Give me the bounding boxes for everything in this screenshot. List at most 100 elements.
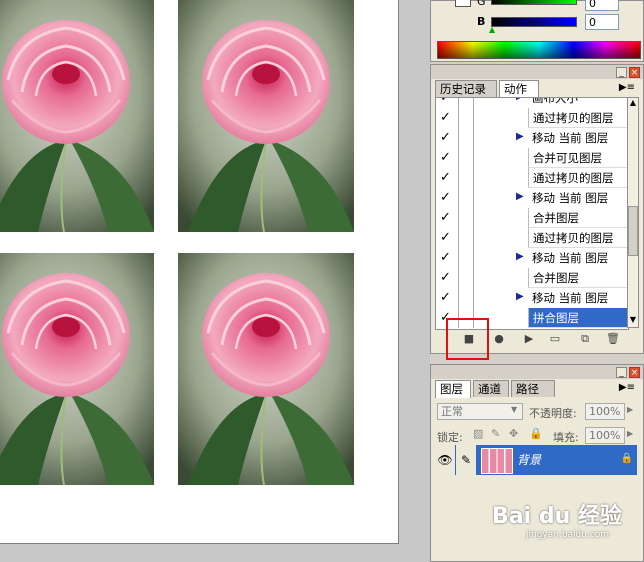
slider-handle-icon[interactable]: ▲ (489, 25, 495, 34)
new-set-icon[interactable]: ▭ (547, 331, 563, 347)
lock-label: 锁定: (437, 431, 463, 444)
document-canvas[interactable] (0, 0, 399, 544)
action-label: 画布大小 (532, 97, 578, 105)
checkbox-icon[interactable]: ✓ (440, 271, 452, 284)
action-row[interactable]: ✓ ▶ 移动 当前 图层 (436, 128, 628, 148)
checkbox-icon[interactable]: ✓ (440, 111, 452, 124)
dialog-toggle[interactable] (458, 98, 474, 108)
channel-g-label: G (477, 0, 486, 8)
action-label: 通过拷贝的图层 (528, 168, 628, 188)
layer-row-background[interactable]: 👁 ✎ 背景 🔒 (435, 445, 637, 475)
channel-g-slider[interactable] (491, 0, 577, 5)
dialog-toggle[interactable] (458, 248, 474, 268)
dialog-toggle[interactable] (458, 268, 474, 288)
checkbox-icon[interactable]: ✓ (440, 211, 452, 224)
brush-icon: ✎ (456, 445, 476, 475)
action-row[interactable]: ✓ 通过拷贝的图层 (436, 168, 628, 188)
close-icon[interactable]: × (629, 367, 640, 378)
record-icon[interactable]: ● (491, 331, 507, 347)
action-label: 移动 当前 图层 (532, 291, 609, 305)
dialog-toggle[interactable] (458, 288, 474, 308)
lock-transparent-icon[interactable]: ▨ (473, 427, 483, 440)
action-label: 移动 当前 图层 (532, 131, 609, 145)
tab-paths[interactable]: 路径 (511, 380, 555, 397)
checkbox-icon[interactable]: ✓ (440, 251, 452, 264)
checkbox-icon[interactable]: ✓ (440, 151, 452, 164)
opacity-input[interactable]: 100% (585, 403, 625, 420)
panel-menu-icon[interactable]: ▶≡ (619, 382, 635, 393)
layer-name[interactable]: 背景 (517, 445, 541, 475)
actions-panel-titlebar[interactable]: _ × (431, 65, 643, 79)
channel-g-input[interactable]: 0 (585, 0, 619, 11)
opacity-label: 不透明度: (529, 407, 577, 420)
dialog-toggle[interactable] (458, 108, 474, 128)
chevron-right-icon[interactable]: ▶ (627, 429, 633, 438)
action-row[interactable]: ✓ 合并图层 (436, 268, 628, 288)
layer-thumbnail (481, 448, 513, 474)
action-row[interactable]: ✓ 合并图层 (436, 208, 628, 228)
checkbox-icon[interactable]: ✓ (440, 291, 452, 304)
expand-triangle-icon[interactable]: ▶ (516, 98, 524, 102)
action-row[interactable]: ✓ ▶ 移动 当前 图层 (436, 188, 628, 208)
minimize-icon[interactable]: _ (616, 367, 627, 378)
scroll-up-icon[interactable]: ▲ (628, 98, 638, 110)
lock-icon: 🔒 (620, 453, 633, 464)
scroll-thumb[interactable] (628, 206, 638, 256)
action-label: 移动 当前 图层 (532, 191, 609, 205)
dialog-toggle[interactable] (458, 168, 474, 188)
visibility-eye-icon[interactable]: 👁 (435, 445, 455, 475)
dialog-toggle[interactable] (458, 188, 474, 208)
watermark-url: jingyan.baidu.com (526, 530, 610, 540)
dialog-toggle[interactable] (458, 128, 474, 148)
tab-actions[interactable]: 动作 (499, 80, 539, 98)
expand-triangle-icon[interactable]: ▶ (516, 131, 524, 142)
action-row[interactable]: ✓ 通过拷贝的图层 (436, 108, 628, 128)
actions-panel: _ × 历史记录 动作 ▶≡ ✓▶画布大小✓通过拷贝的图层✓▶移动 当前 图层✓… (430, 64, 644, 354)
lock-position-icon[interactable]: ✥ (509, 427, 518, 440)
tab-layers[interactable]: 图层 (435, 380, 471, 398)
new-action-icon[interactable]: ⧉ (577, 331, 593, 347)
action-row[interactable]: ✓ 合并可见图层 (436, 148, 628, 168)
fill-input[interactable]: 100% (585, 427, 625, 444)
action-list-scrollbar[interactable]: ▲ ▼ (627, 97, 639, 328)
horizontal-scrollbar[interactable] (0, 544, 398, 562)
action-row[interactable]: ✓ ▶ 画布大小 (436, 97, 628, 108)
action-label: 通过拷贝的图层 (528, 228, 628, 248)
checkbox-icon[interactable]: ✓ (440, 231, 452, 244)
scroll-down-icon[interactable]: ▼ (628, 315, 638, 327)
delete-icon[interactable]: 🗑 (605, 331, 621, 347)
play-icon[interactable]: ▶ (521, 331, 537, 347)
checkbox-icon[interactable]: ✓ (440, 131, 452, 144)
channel-b-input[interactable]: 0 (585, 14, 619, 30)
color-swatch[interactable] (455, 0, 471, 7)
rose-photo-bottom-left (0, 253, 154, 485)
expand-triangle-icon[interactable]: ▶ (516, 291, 524, 302)
action-row[interactable]: ✓ 通过拷贝的图层 (436, 228, 628, 248)
tab-history[interactable]: 历史记录 (435, 80, 497, 97)
layers-panel-titlebar[interactable]: _ × (431, 365, 643, 379)
chevron-down-icon[interactable]: ▼ (511, 405, 517, 414)
action-label: 拼合图层 (528, 308, 628, 328)
lock-all-icon[interactable]: 🔒 (529, 427, 543, 440)
highlight-box (446, 318, 489, 360)
channel-b-slider[interactable] (491, 17, 577, 27)
dialog-toggle[interactable] (458, 228, 474, 248)
checkbox-icon[interactable]: ✓ (440, 191, 452, 204)
action-row[interactable]: ✓ ▶ 移动 当前 图层 (436, 288, 628, 308)
chevron-right-icon[interactable]: ▶ (627, 405, 633, 414)
fill-label: 填充: (553, 431, 579, 444)
color-spectrum-bar[interactable] (437, 41, 641, 59)
expand-triangle-icon[interactable]: ▶ (516, 191, 524, 202)
watermark-logo: Bai du 经验 (492, 504, 622, 529)
lock-image-icon[interactable]: ✎ (491, 427, 500, 440)
close-icon[interactable]: × (629, 67, 640, 78)
checkbox-icon[interactable]: ✓ (440, 171, 452, 184)
dialog-toggle[interactable] (458, 148, 474, 168)
action-row[interactable]: ✓ ▶ 移动 当前 图层 (436, 248, 628, 268)
tab-channels[interactable]: 通道 (473, 380, 509, 397)
expand-triangle-icon[interactable]: ▶ (516, 251, 524, 262)
panel-menu-icon[interactable]: ▶≡ (619, 82, 635, 93)
dialog-toggle[interactable] (458, 208, 474, 228)
minimize-icon[interactable]: _ (616, 67, 627, 78)
checkbox-icon[interactable]: ✓ (440, 98, 452, 104)
